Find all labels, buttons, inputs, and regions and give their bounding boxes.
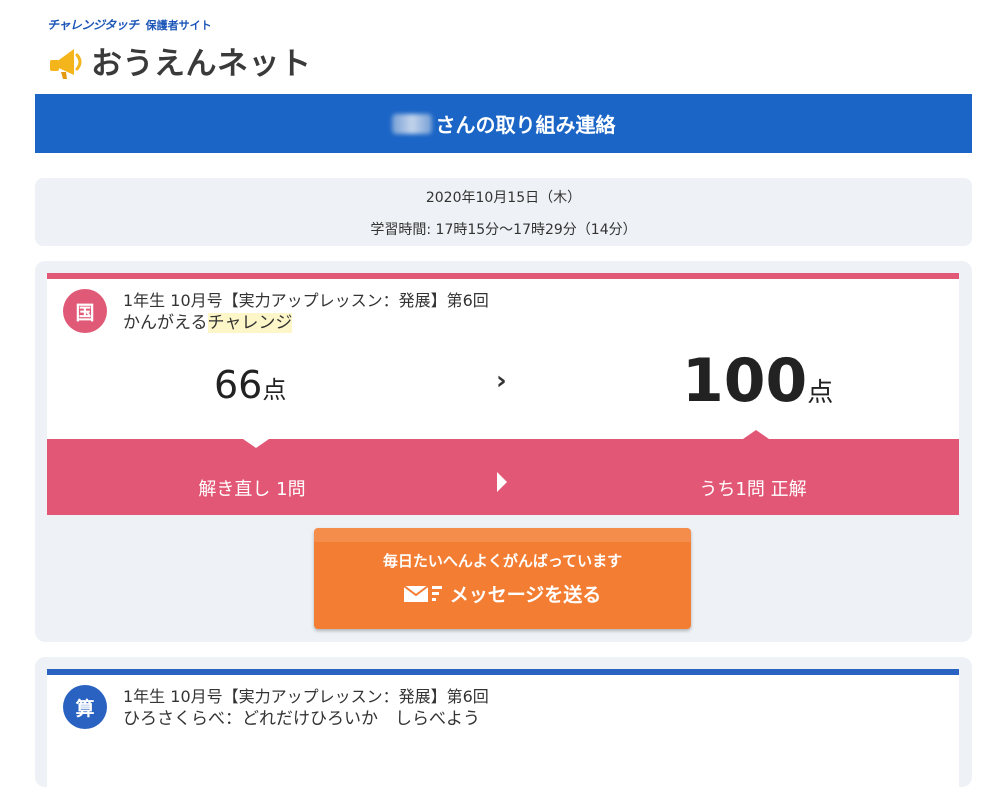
mail-icon [403,584,442,602]
session-date-panel: 2020年10月15日（木） 学習時間: 17時15分～17時29分（14分） [35,178,972,246]
lesson-info-math: 1年生 10月号【実力アップレッスン：発展】第6回 ひろさくらべ：どれだけひろい… [123,686,489,730]
send-message-button[interactable]: 毎日たいへんよくがんばっています メッセージを送る [314,528,691,629]
score-before-unit: 点 [262,376,287,404]
subject-badge-math: 算 [63,685,107,729]
subject-card-math: 算 1年生 10月号【実力アップレッスン：発展】第6回 ひろさくらべ：どれだけひ… [35,657,972,805]
brand-subtitle: 保護者サイト [145,19,212,32]
subject-badge-japanese: 国 [63,289,107,333]
message-praise-text: 毎日たいへんよくがんばっています [382,552,623,570]
review-notch-left [243,439,269,448]
review-result: うち1問 正解 [699,479,807,500]
page-title-bar: さんの取り組み連絡 [35,94,972,153]
lesson-title: かんがえるチャレンジ [123,312,489,334]
score-after-unit: 点 [807,378,834,408]
review-band: 解き直し 1問 うち1問 正解 [47,430,959,515]
score-arrow-icon: › [496,366,507,396]
subject-card-math-body: 算 1年生 10月号【実力アップレッスン：発展】第6回 ひろさくらべ：どれだけひ… [47,669,959,805]
site-header: チャレンジタッチ 保護者サイト おうえんネット [47,12,347,82]
megaphone-icon [50,48,82,79]
lesson-name-math: 1年生 10月号【実力アップレッスン：発展】第6回 [123,687,489,706]
review-count: 解き直し 1問 [198,479,306,500]
score-after: 100点 [682,346,833,416]
send-message-label: メッセージを送る [449,584,602,606]
lesson-title-highlight: チャレンジ [207,313,293,333]
lesson-name: 1年生 10月号【実力アップレッスン：発展】第6回 [123,291,489,310]
score-area-background [47,421,959,439]
message-action: メッセージを送る [314,580,691,607]
brand-name: チャレンジタッチ [47,18,139,32]
lesson-title-plain: かんがえる [123,313,208,333]
score-before-value: 66 [214,363,263,407]
review-arrow-icon [497,472,507,492]
logo-text: おうえんネット [91,46,312,82]
study-time: 学習時間: 17時15分～17時29分（14分） [370,222,637,238]
score-before: 66点 [214,363,286,407]
score-after-value: 100 [682,346,808,416]
review-notch-right [743,430,769,439]
session-date: 2020年10月15日（木） [425,190,582,206]
blurred-child-name [391,113,432,134]
lesson-info: 1年生 10月号【実力アップレッスン：発展】第6回 かんがえるチャレンジ [123,290,489,334]
page-title: さんの取り組み連絡 [435,113,616,137]
site-logo[interactable]: おうえんネット [47,38,312,83]
brand-top: チャレンジタッチ 保護者サイト [47,16,212,33]
lesson-title-math: ひろさくらべ：どれだけひろいか しらべよう [123,709,480,729]
